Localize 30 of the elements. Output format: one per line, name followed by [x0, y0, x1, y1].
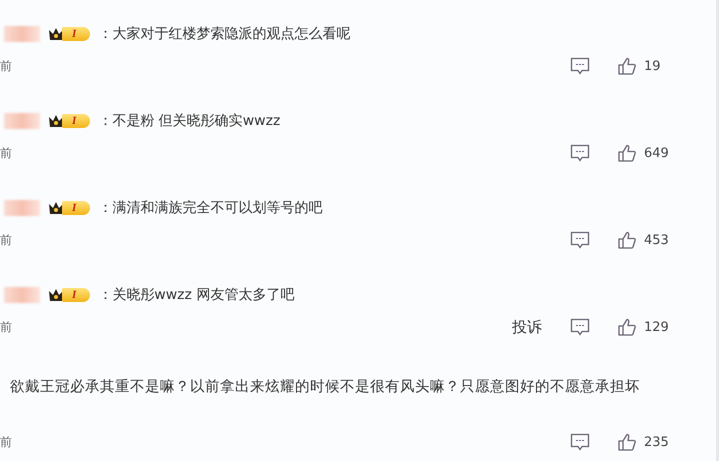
timestamp: 前	[0, 58, 12, 74]
comment-text: ：不是粉 但关晓彤确实wwzz	[98, 112, 280, 130]
like-count: 129	[644, 320, 669, 334]
blurred-username	[4, 200, 40, 216]
like-count: 453	[644, 232, 669, 248]
comment-text: ：关晓彤wwzz 网友管太多了吧	[98, 286, 294, 304]
report-link[interactable]: 投诉	[512, 318, 542, 336]
thumbs-up-icon[interactable]	[618, 433, 636, 451]
comment-icon[interactable]	[570, 144, 590, 162]
like-count: 19	[644, 58, 661, 74]
thumbs-up-icon[interactable]	[618, 318, 636, 336]
comment-icon[interactable]	[570, 57, 590, 75]
blurred-username	[4, 287, 40, 303]
timestamp: 前	[0, 144, 12, 162]
thumbs-up-icon[interactable]	[618, 231, 636, 249]
comment-text: 欲戴王冠必承其重不是嘛？以前拿出来炫耀的时候不是很有风头嘛？只愿意图好的不愿意承担坏	[10, 378, 640, 396]
like-count: 649	[644, 146, 669, 160]
timestamp: 前	[0, 434, 12, 450]
blurred-username	[4, 26, 40, 42]
comment-icon[interactable]	[570, 433, 590, 451]
comment-text: ：大家对于红楼梦索隐派的观点怎么看呢	[98, 25, 350, 43]
timestamp: 前	[0, 318, 12, 336]
comment-icon[interactable]	[570, 231, 590, 249]
thumbs-up-icon[interactable]	[618, 144, 636, 162]
like-count: 235	[644, 434, 669, 450]
timestamp: 前	[0, 232, 12, 248]
blurred-username	[4, 113, 40, 129]
thumbs-up-icon[interactable]	[618, 57, 636, 75]
comment-text: ：满清和满族完全不可以划等号的吧	[98, 199, 322, 217]
comment-icon[interactable]	[570, 318, 590, 336]
